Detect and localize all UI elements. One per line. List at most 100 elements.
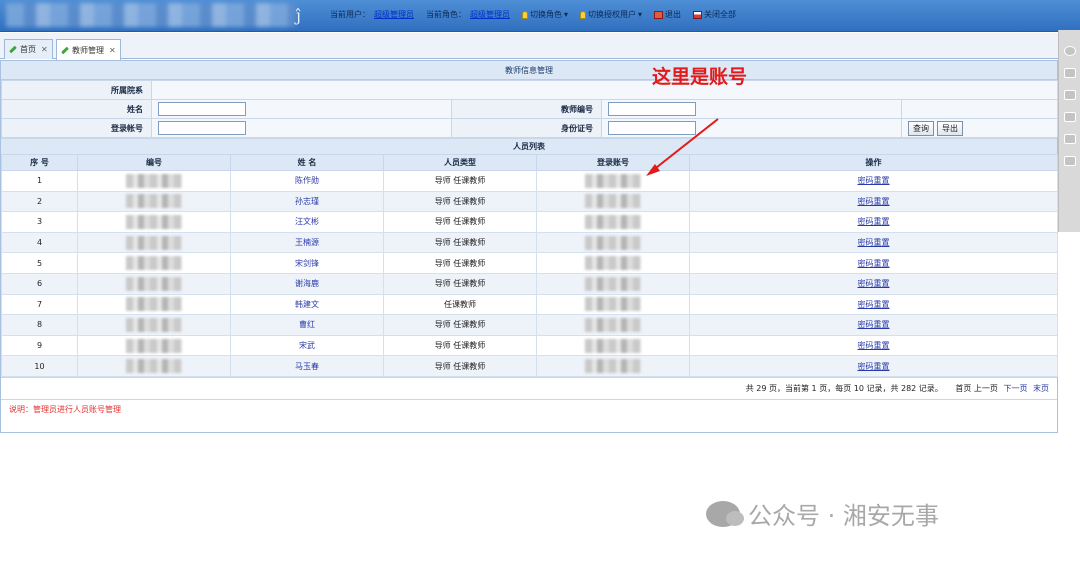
reset-password-link[interactable]: 密码重置 [689,314,1058,336]
reset-password-link[interactable]: 密码重置 [689,293,1058,316]
row-type: 导师 任课教师 [383,314,537,336]
row-name-link[interactable]: 宋武 [230,334,384,357]
row-number-redacted [77,190,231,213]
col-index: 序 号 [1,154,78,171]
row-name-link[interactable]: 曹红 [230,314,384,336]
chart-icon[interactable] [1063,68,1076,78]
switch-auth-user-menu[interactable]: 切换授权用户 ▾ [580,9,642,20]
teacher-no-label: 教师编号 [451,99,602,119]
redacted-block [126,359,182,374]
row-name-link[interactable]: 王楠源 [230,231,384,254]
table-row: 5 宋剑锋 导师 任课教师 密码重置 [1,252,1058,274]
table-body: 1 陈作勋 导师 任课教师 密码重置 2 孙志瑾 导师 任课教师 密码重置 3 汪文彬 导师 任课教… [1,170,1058,377]
export-button[interactable]: 导出 [937,120,963,136]
pagination-summary: 共 29 页，当前第 1 页，每页 10 记录，共 282 记录。 [745,383,943,393]
row-login-account-redacted [536,231,690,254]
refresh-icon[interactable] [1063,46,1076,56]
pencil-icon [9,45,17,54]
chevron-down-icon: ▾ [638,10,643,19]
redacted-block [126,256,182,271]
row-type: 导师 任课教师 [383,190,537,213]
floating-side-toolbar [1058,30,1080,232]
tab-home-label: 首页 [20,45,36,54]
reset-password-link[interactable]: 密码重置 [689,334,1058,357]
reset-password-link[interactable]: 密码重置 [689,355,1058,377]
row-number-redacted [77,170,231,192]
next-page-link[interactable]: 下一页 [1003,384,1027,393]
name-input[interactable] [158,102,246,116]
reset-password-link[interactable]: 密码重置 [689,190,1058,213]
row-index: 10 [1,355,78,377]
row-name-link[interactable]: 汪文彬 [230,211,384,233]
table-row: 1 陈作勋 导师 任课教师 密码重置 [1,170,1058,192]
prev-page-link[interactable]: 上一页 [974,384,998,393]
redacted-block [585,359,641,374]
row-name-link[interactable]: 孙志瑾 [230,190,384,213]
row-index: 9 [1,334,78,357]
list-icon[interactable] [1063,112,1076,122]
col-number: 编号 [77,154,231,171]
redacted-block [585,276,641,291]
redacted-block [585,214,641,229]
reset-password-link[interactable]: 密码重置 [689,272,1058,295]
reset-password-link[interactable]: 密码重置 [689,231,1058,254]
table-row: 9 宋武 导师 任课教师 密码重置 [1,334,1058,357]
redacted-block [126,338,182,353]
panel-title: 教师信息管理 [1,61,1057,80]
document-icon[interactable] [1063,90,1076,100]
row-index: 6 [1,272,78,295]
instruction-note: 说明：管理员进行人员账号管理 [1,398,1057,419]
last-page-link[interactable]: 末页 [1033,384,1049,393]
teacher-no-input[interactable] [608,102,696,116]
logout-button[interactable]: 退出 [654,9,681,20]
reset-password-link[interactable]: 密码重置 [689,170,1058,192]
redacted-block [126,317,182,332]
row-type: 导师 任课教师 [383,355,537,377]
college-field [151,80,1058,100]
close-all-button[interactable]: 关闭全部 [693,9,736,20]
tab-home[interactable]: 首页 ✕ [4,39,53,59]
pencil-icon [61,46,69,54]
pagination: 共 29 页，当前第 1 页，每页 10 记录，共 282 记录。 首页 上一页… [1,376,1057,399]
row-name-link[interactable]: 宋剑锋 [230,252,384,274]
row-login-account-redacted [536,211,690,233]
tab-teacher-label: 教师管理 [72,45,104,55]
row-login-account-redacted [536,293,690,316]
redacted-block [585,338,641,353]
table-row: 7 韩建文 任课教师 密码重置 [1,293,1058,316]
redacted-block [126,173,182,188]
current-role-value[interactable]: 超级管理员 [470,9,510,20]
current-role-label: 当前角色： [426,10,466,19]
tab-strip: 首页 ✕ 教师管理 ✕ [0,33,1058,60]
row-name-link[interactable]: 韩建文 [230,293,384,316]
col-name: 姓 名 [230,154,384,171]
image-icon[interactable] [1063,134,1076,144]
login-account-input[interactable] [158,121,246,135]
redacted-block [126,276,182,291]
redacted-block [585,256,641,271]
first-page-link[interactable]: 首页 [955,384,971,393]
row-name-link[interactable]: 谢海鹿 [230,272,384,295]
col-type: 人员类型 [383,154,537,171]
camera-icon[interactable] [1063,156,1076,166]
current-user-value[interactable]: 超级管理员 [374,9,414,20]
reset-password-link[interactable]: 密码重置 [689,252,1058,274]
id-card-input[interactable] [608,121,696,135]
top-header: ĵ 当前用户： 超级管理员 当前角色： 超级管理员 切换角色 ▾ 切换授权用户 … [0,0,1080,32]
close-icon[interactable]: ✕ [41,45,48,54]
row-index: 5 [1,252,78,274]
col-operation: 操作 [689,154,1058,171]
row-name-link[interactable]: 马玉春 [230,355,384,377]
close-icon[interactable]: ✕ [109,46,116,55]
app-window: ĵ 当前用户： 超级管理员 当前角色： 超级管理员 切换角色 ▾ 切换授权用户 … [0,0,1080,566]
wechat-icon [706,500,744,527]
row-login-account-redacted [536,190,690,213]
reset-password-link[interactable]: 密码重置 [689,211,1058,233]
row-name-link[interactable]: 陈作勋 [230,170,384,192]
row-login-account-redacted [536,334,690,357]
search-button[interactable]: 查询 [908,120,934,136]
switch-role-menu[interactable]: 切换角色 ▾ [522,9,568,20]
row-login-account-redacted [536,170,690,192]
bulb-icon [522,10,528,19]
tab-teacher-management[interactable]: 教师管理 ✕ [56,39,121,60]
